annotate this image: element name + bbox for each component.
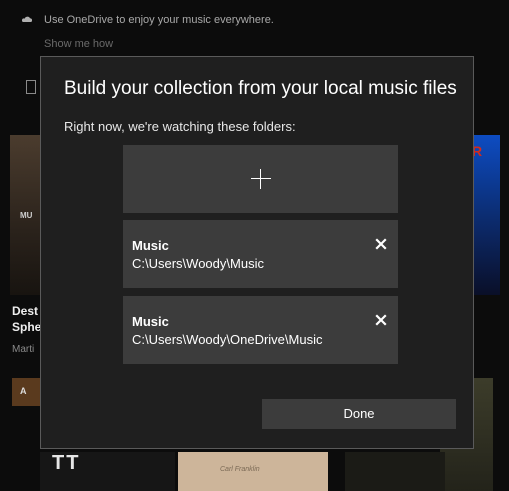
folder-item: Music C:\Users\Woody\OneDrive\Music — [123, 296, 398, 364]
album-artist: Marti — [12, 344, 35, 355]
show-me-how-link[interactable]: Show me how — [44, 38, 113, 50]
plus-icon — [251, 169, 271, 189]
album-art-text: Carl Franklin — [220, 466, 260, 473]
folder-path: C:\Users\Woody\OneDrive\Music — [132, 332, 323, 347]
add-folder-button[interactable] — [123, 145, 398, 213]
album-tile[interactable]: R — [470, 135, 500, 295]
remove-folder-button[interactable] — [374, 237, 388, 251]
album-art-text: MU — [20, 211, 33, 220]
banner-message: Use OneDrive to enjoy your music everywh… — [44, 14, 274, 26]
cloud-icon — [22, 16, 32, 22]
music-folders-dialog: Build your collection from your local mu… — [40, 56, 474, 449]
done-button[interactable]: Done — [262, 399, 456, 429]
album-art-text: A — [20, 386, 27, 396]
close-icon — [375, 314, 387, 326]
dialog-subtitle: Right now, we're watching these folders: — [64, 119, 296, 134]
close-icon — [375, 238, 387, 250]
folder-path: C:\Users\Woody\Music — [132, 256, 264, 271]
album-tile[interactable]: A — [12, 378, 42, 406]
album-tile[interactable] — [345, 452, 445, 491]
folder-item: Music C:\Users\Woody\Music — [123, 220, 398, 288]
album-tile[interactable]: MU — [10, 135, 42, 295]
album-tile[interactable]: TT — [40, 452, 175, 491]
album-art-text: TT — [52, 452, 81, 474]
remove-folder-button[interactable] — [374, 313, 388, 327]
album-title: Dest Sphe — [12, 304, 40, 334]
folder-name: Music — [132, 238, 169, 253]
select-checkbox[interactable] — [26, 80, 36, 94]
dialog-title: Build your collection from your local mu… — [64, 78, 457, 99]
album-tile[interactable]: Carl Franklin — [178, 452, 328, 491]
folder-name: Music — [132, 314, 169, 329]
